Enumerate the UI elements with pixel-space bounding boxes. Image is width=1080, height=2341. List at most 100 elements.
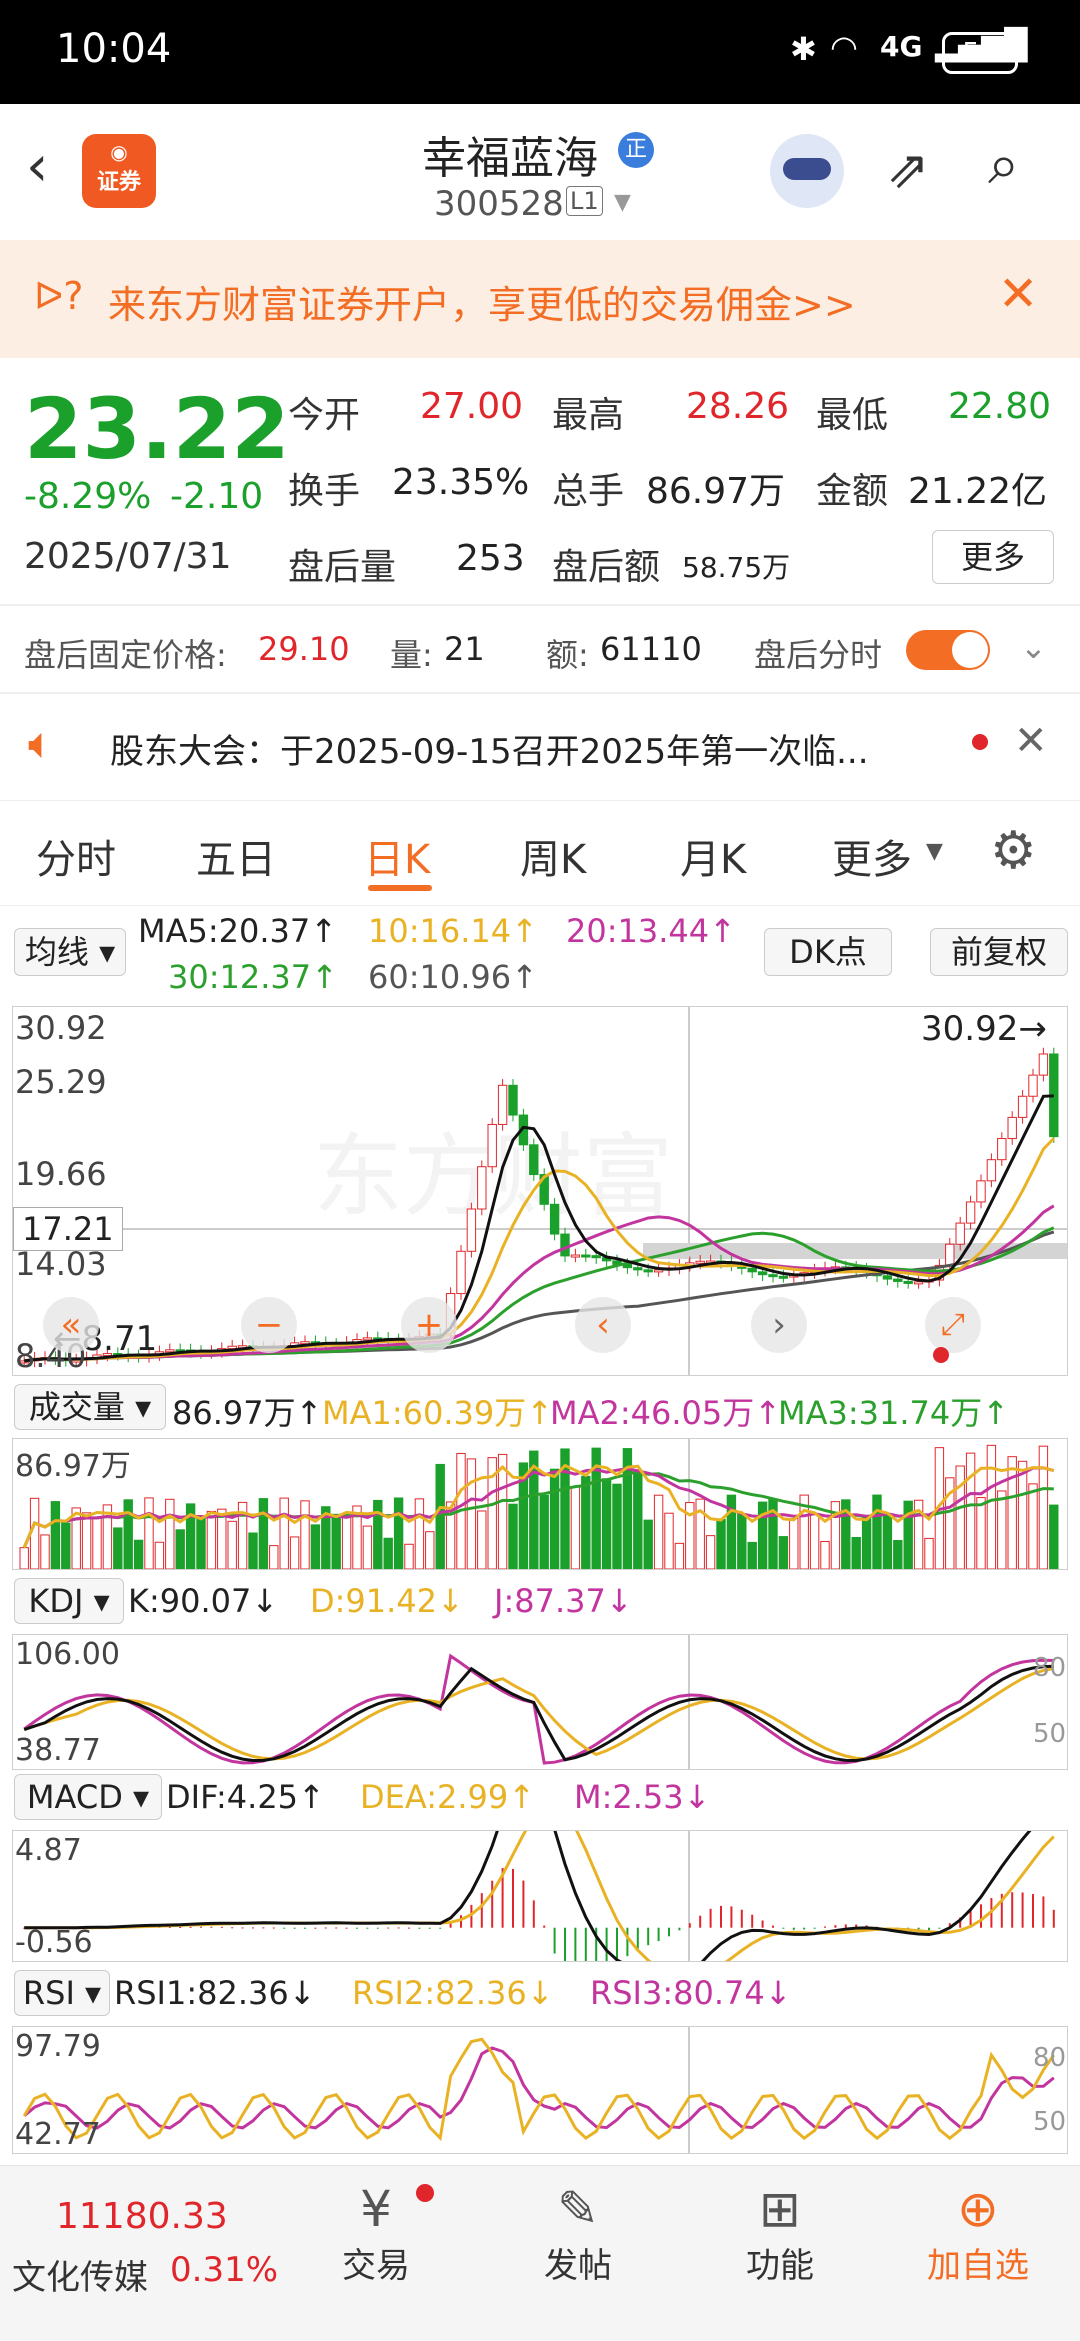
kline-chart[interactable]: 东方财富 30.92 25.29 19.66 17.21 14.03 8.40 … xyxy=(12,1006,1068,1376)
macd-bar xyxy=(345,1927,348,1929)
candle xyxy=(1017,1095,1028,1118)
tab-more[interactable]: 更多 xyxy=(832,827,912,885)
volume-bar xyxy=(809,1514,820,1569)
stock-title: 幸福蓝海 xyxy=(422,133,598,184)
divider xyxy=(0,604,1080,606)
more-quote-button[interactable]: 更多 xyxy=(932,530,1054,584)
y-axis-2: 25.29 xyxy=(15,1063,107,1101)
account-promo-banner[interactable]: ᐅ? 来东方财富证券开户，享更低的交易佣金>> ✕ xyxy=(0,240,1080,358)
volume-y-top: 86.97万 xyxy=(15,1449,131,1484)
macd-bar xyxy=(824,1926,826,1928)
candle xyxy=(581,1254,591,1258)
macd-bar xyxy=(356,1927,358,1929)
ma5-value: MA5:20.37↑ xyxy=(138,912,338,950)
scroll-left-icon[interactable]: « xyxy=(43,1297,99,1353)
ma-selector[interactable]: 均线 ▾ xyxy=(14,928,126,976)
macd-m: M:2.53↓ xyxy=(574,1778,711,1816)
macd-bar xyxy=(636,1927,639,1950)
macd-bar xyxy=(376,1927,379,1929)
rsi-y-top: 97.79 xyxy=(15,2029,101,2064)
macd-chart[interactable]: 4.87 -0.56 xyxy=(12,1830,1068,1962)
tab-daily-k[interactable]: 日K xyxy=(364,827,430,885)
candle xyxy=(643,1269,653,1273)
rsi-chart[interactable]: 97.79 42.77 80 50 xyxy=(12,2026,1068,2154)
sector-index[interactable]: 11180.33 文化传媒 0.31% xyxy=(0,2166,278,2341)
volume-bar xyxy=(477,1510,487,1569)
volume-chart[interactable]: 86.97万 xyxy=(12,1438,1068,1570)
volume-ma1: MA1:60.39万↑ xyxy=(322,1394,554,1432)
high-price-marker: 30.92→ xyxy=(921,1009,1047,1049)
ma-legend: 均线 ▾ MA5:20.37↑ 10:16.14↑ 20:13.44↑ 30:1… xyxy=(0,906,1080,1006)
trade-button[interactable]: ¥ 交易 xyxy=(306,2180,446,2330)
fullscreen-icon[interactable]: ⤢ xyxy=(925,1297,981,1353)
macd-bar xyxy=(844,1924,847,1928)
dk-point-button[interactable]: DK点 xyxy=(764,928,892,976)
volume-bar xyxy=(393,1497,404,1569)
after-timeshare-toggle[interactable] xyxy=(906,630,990,670)
tab-timeshare[interactable]: 分时 xyxy=(36,827,116,885)
candle xyxy=(757,1271,768,1276)
close-notice-icon[interactable]: ✕ xyxy=(1014,718,1048,764)
code-dropdown-icon[interactable]: ▼ xyxy=(614,190,631,215)
candle xyxy=(882,1275,893,1280)
grid-icon: ⊞ xyxy=(759,2180,801,2238)
macd-bar xyxy=(387,1927,390,1929)
ma10-value: 10:16.14↑ xyxy=(368,912,538,950)
features-button[interactable]: ⊞ 功能 xyxy=(710,2180,850,2330)
volume-current: 86.97万↑ xyxy=(172,1394,323,1432)
scroll-back-icon[interactable]: ‹ xyxy=(575,1297,631,1353)
volume-bar xyxy=(903,1500,913,1569)
candle xyxy=(997,1138,1007,1161)
assistant-robot-icon[interactable] xyxy=(770,134,844,208)
kdj-chart[interactable]: 106.00 38.77 80 50 xyxy=(12,1634,1068,1770)
close-banner-icon[interactable]: ✕ xyxy=(998,266,1038,322)
rsi-y-bottom: 42.77 xyxy=(15,2117,101,2152)
back-icon[interactable]: ‹ xyxy=(26,134,48,199)
volume-bar xyxy=(144,1497,154,1569)
candle xyxy=(560,1233,570,1257)
macd-bar xyxy=(1021,1892,1024,1928)
macd-selector[interactable]: MACD ▾ xyxy=(14,1774,162,1820)
tab-weekly-k[interactable]: 周K xyxy=(520,827,586,885)
add-watchlist-button[interactable]: ⊕ 加自选 xyxy=(908,2180,1048,2330)
rsi-legend: RSI ▾ RSI1:82.36↓ RSI2:82.36↓ RSI3:80.74… xyxy=(0,1966,1080,2022)
after-amt-value: 61110 xyxy=(600,630,702,668)
gear-icon[interactable]: ⚙ xyxy=(990,821,1037,881)
zoom-out-icon[interactable]: − xyxy=(241,1297,297,1353)
candle xyxy=(508,1084,518,1116)
macd-bar xyxy=(668,1927,670,1937)
volume-selector[interactable]: 成交量 ▾ xyxy=(14,1384,166,1430)
macd-dif: DIF:4.25↑ xyxy=(166,1778,325,1816)
notice-bar[interactable]: 🔈︎ 股东大会：于2025-09-15召开2025年第一次临... ✕ xyxy=(0,694,1080,798)
volume-bar xyxy=(726,1494,737,1569)
macd-bar xyxy=(543,1925,546,1928)
search-icon[interactable]: ⌕ xyxy=(988,132,1019,198)
macd-bar xyxy=(460,1915,462,1928)
macd-bar xyxy=(647,1927,650,1946)
chevron-down-icon[interactable]: ⌄ xyxy=(1020,628,1047,666)
tab-more-dropdown-icon[interactable]: ▼ xyxy=(926,839,943,864)
share-icon[interactable]: ⇗ xyxy=(886,140,930,200)
broker-logo[interactable]: ◉ 证券 xyxy=(82,134,156,208)
macd-bar xyxy=(522,1880,525,1928)
index-value: 11180.33 xyxy=(56,2196,228,2237)
rsi-selector[interactable]: RSI ▾ xyxy=(14,1970,110,2016)
ma60-value: 60:10.96↑ xyxy=(368,958,538,996)
tab-monthly-k[interactable]: 月K xyxy=(680,827,746,885)
tab-five-day[interactable]: 五日 xyxy=(196,827,276,885)
macd-bar xyxy=(262,1927,265,1929)
post-button[interactable]: ✎ 发帖 xyxy=(508,2180,648,2330)
features-label: 功能 xyxy=(746,2246,814,2286)
level-badge[interactable]: L1 xyxy=(566,186,603,216)
zoom-in-icon[interactable]: + xyxy=(401,1297,457,1353)
volume-bar xyxy=(217,1508,227,1569)
candle xyxy=(1038,1053,1049,1076)
volume-bar xyxy=(227,1520,237,1569)
scroll-forward-icon[interactable]: › xyxy=(751,1297,807,1353)
adjustment-button[interactable]: 前复权 xyxy=(930,928,1068,976)
kdj-selector[interactable]: KDJ ▾ xyxy=(14,1578,124,1624)
candle xyxy=(955,1222,965,1245)
volume-bar xyxy=(986,1444,997,1569)
macd-bar xyxy=(532,1900,535,1928)
macd-bar xyxy=(772,1925,774,1928)
